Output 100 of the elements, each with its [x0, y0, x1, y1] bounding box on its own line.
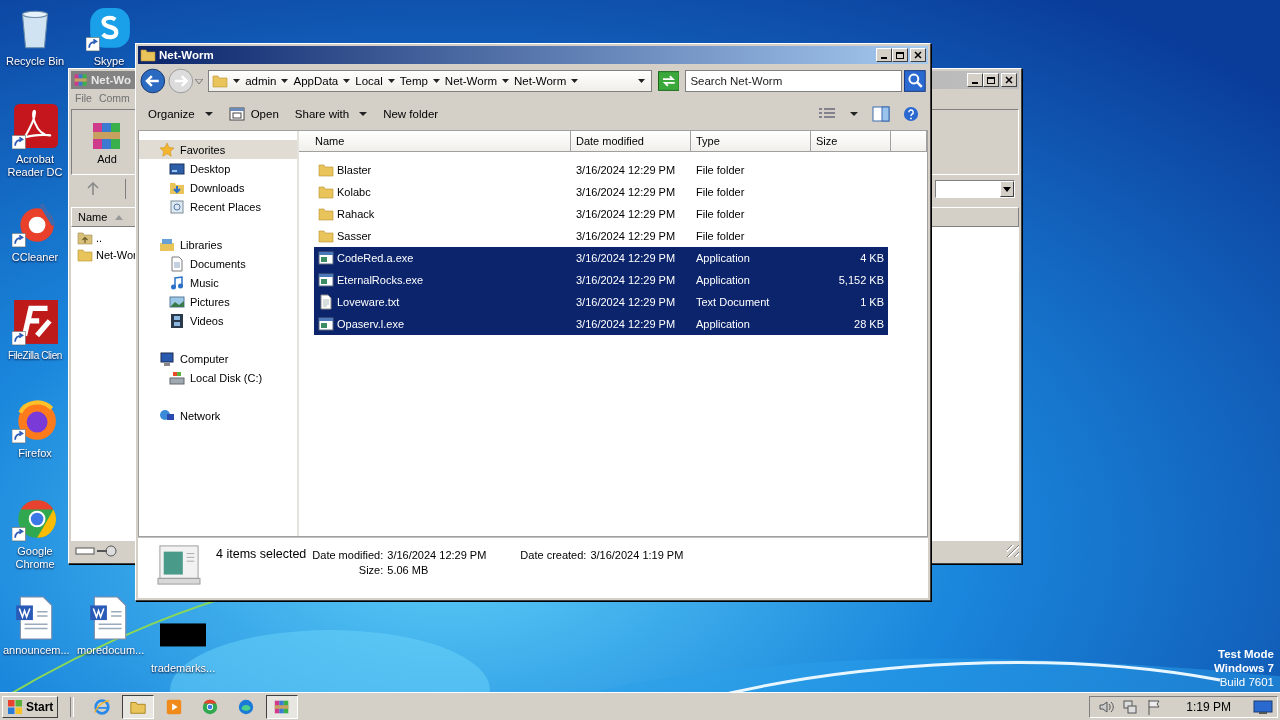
list-item[interactable]: ..	[71, 229, 103, 246]
search-field[interactable]: Search Net-Worm	[685, 70, 903, 92]
multiple-files-icon	[156, 544, 202, 586]
file-row[interactable]: Opaserv.l.exe 3/16/2024 12:29 PM Application 28 KB	[314, 313, 888, 335]
preview-pane-icon[interactable]	[872, 106, 890, 122]
file-row[interactable]: Rahack 3/16/2024 12:29 PM File folder	[314, 203, 888, 225]
nav-item[interactable]: Network	[139, 406, 297, 425]
column-header[interactable]: Date modified	[571, 131, 691, 152]
nav-item[interactable]: Computer	[139, 349, 297, 368]
close-button[interactable]	[1001, 73, 1017, 87]
caret-icon[interactable]	[387, 79, 395, 83]
start-button[interactable]: Start	[2, 695, 59, 718]
document-icon	[169, 255, 185, 272]
nav-item[interactable]: Libraries	[139, 235, 297, 254]
clock[interactable]: 1:19 PM	[1186, 699, 1231, 714]
breadcrumb-item[interactable]: Temp	[399, 75, 428, 87]
file-name: Blaster	[314, 162, 571, 178]
nav-item[interactable]: Recent Places	[139, 197, 297, 216]
column-header[interactable]: Type	[691, 131, 811, 152]
breadcrumb-item[interactable]: admin	[245, 75, 277, 87]
taskbar-button[interactable]	[122, 694, 155, 719]
folder-icon	[77, 246, 93, 263]
close-button[interactable]	[910, 48, 926, 62]
network-icon[interactable]	[1122, 698, 1139, 715]
path-dropdown[interactable]	[935, 180, 1015, 198]
caret-icon[interactable]	[850, 112, 858, 116]
nav-item[interactable]: Local Disk (C:)	[139, 368, 297, 387]
type-cell-text: Text Document	[695, 296, 771, 308]
breadcrumb-item[interactable]: Net-Worm	[514, 75, 567, 87]
desktop-shortcut[interactable]: Skype	[77, 6, 141, 68]
toolbar-button[interactable]: New folder	[377, 102, 445, 126]
caret-icon[interactable]	[343, 79, 351, 83]
file-name: CodeRed.a.exe	[314, 250, 571, 266]
file-row[interactable]: Sasser 3/16/2024 12:29 PM File folder	[314, 225, 888, 247]
nav-item[interactable]: Downloads	[139, 178, 297, 197]
taskbar-button[interactable]	[266, 694, 299, 719]
monitor-icon	[169, 160, 185, 177]
maximize-button[interactable]	[892, 48, 908, 62]
toolbar-button[interactable]: Add	[88, 119, 126, 165]
size-cell-text: 28 KB	[853, 318, 885, 330]
help-icon[interactable]	[902, 106, 920, 122]
desktop-shortcut[interactable]: Recycle Bin	[3, 6, 67, 68]
caret-icon[interactable]	[637, 79, 645, 83]
address-bar[interactable]: admin AppData Local Temp Net-Worm Net-Worm	[208, 70, 652, 92]
size-cell-text: 1 KB	[859, 296, 885, 308]
file-row[interactable]: CodeRed.a.exe 3/16/2024 12:29 PM Application 4 KB	[314, 247, 888, 269]
caret-icon[interactable]	[233, 79, 241, 83]
file-row[interactable]: Blaster 3/16/2024 12:29 PM File folder	[314, 159, 888, 181]
history-dropdown-icon[interactable]	[195, 78, 204, 84]
type-cell-text: File folder	[695, 186, 746, 198]
detail-value: 5.06 MB	[387, 564, 430, 576]
desktop-shortcut[interactable]: FileZilla Clien	[3, 300, 67, 362]
file-row[interactable]: EternalRocks.exe 3/16/2024 12:29 PM Application 5,152 KB	[314, 269, 888, 291]
minimize-button[interactable]	[967, 73, 983, 87]
date-cell-text: 3/16/2024 12:29 PM	[575, 296, 677, 308]
caret-icon[interactable]	[502, 79, 510, 83]
type-cell-text: File folder	[695, 164, 746, 176]
date-cell-text: 3/16/2024 12:29 PM	[575, 274, 677, 286]
detail-label: Date modified:	[312, 549, 384, 561]
nav-item[interactable]: Music	[139, 273, 297, 292]
toolbar-button[interactable]: Organize	[142, 102, 219, 126]
column-header[interactable]: Name	[299, 131, 571, 152]
application-icon	[318, 316, 334, 332]
file-row[interactable]: Kolabc 3/16/2024 12:29 PM File folder	[314, 181, 888, 203]
archive-icon	[73, 72, 89, 88]
breadcrumb-item[interactable]: Net-Worm	[444, 75, 498, 87]
maximize-button[interactable]	[983, 73, 999, 87]
browser-icon	[201, 697, 220, 716]
type-cell-text: Application	[695, 318, 751, 330]
caret-icon[interactable]	[281, 79, 289, 83]
type-cell-text: File folder	[695, 230, 746, 242]
desktop-shortcut[interactable]: Acrobat Reader DC	[3, 104, 67, 179]
list-item[interactable]: Net-Wor	[71, 246, 137, 263]
desktop-shortcut[interactable]: CCleaner	[3, 202, 67, 264]
column-header[interactable]: Name	[72, 211, 130, 223]
minimize-icon	[881, 57, 887, 59]
file-row[interactable]: Loveware.txt 3/16/2024 12:29 PM Text Document 1 KB	[314, 291, 888, 313]
minimize-button[interactable]	[876, 48, 892, 62]
refresh-button[interactable]	[657, 71, 680, 91]
close-icon	[1005, 76, 1013, 84]
toolbar-button[interactable]: Share with	[288, 102, 374, 126]
search-button[interactable]	[904, 70, 926, 92]
column-header[interactable]: Size	[811, 131, 891, 152]
back-button[interactable]	[140, 68, 166, 94]
breadcrumb-item[interactable]: Local	[355, 75, 383, 87]
show-desktop-icon[interactable]	[1253, 698, 1273, 715]
caret-icon[interactable]	[571, 79, 579, 83]
speaker-icon[interactable]	[1098, 698, 1115, 715]
date-cell-text: 3/16/2024 12:29 PM	[575, 230, 677, 242]
breadcrumb-item[interactable]: AppData	[293, 75, 339, 87]
folder-icon	[77, 229, 93, 246]
nav-item[interactable]: Pictures	[139, 292, 297, 311]
resize-grip[interactable]	[1007, 545, 1019, 557]
toolbar-button[interactable]: Open	[222, 102, 285, 126]
nav-item[interactable]: Favorites	[139, 140, 297, 159]
caret-icon[interactable]	[432, 79, 440, 83]
nav-item[interactable]: Videos	[139, 311, 297, 330]
nav-item[interactable]: Documents	[139, 254, 297, 273]
flag-icon[interactable]	[1146, 698, 1163, 715]
nav-item[interactable]: Desktop	[139, 159, 297, 178]
